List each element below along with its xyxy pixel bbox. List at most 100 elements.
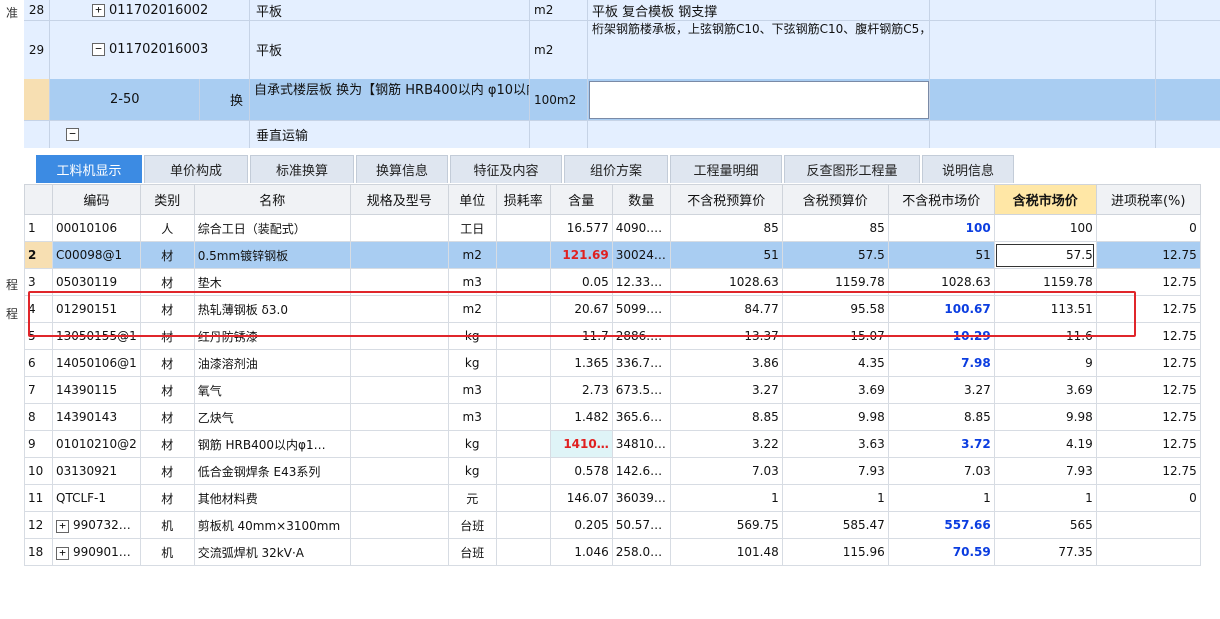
cell-code[interactable]: C00098@1 bbox=[52, 241, 141, 269]
cell-input-tax-rate[interactable]: 12.75 bbox=[1095, 322, 1201, 350]
tab-quantity-details[interactable]: 工程量明细 bbox=[670, 155, 782, 183]
cell-code[interactable]: QTCLF-1 bbox=[52, 484, 141, 512]
tree-row[interactable]: − 垂直运输 bbox=[24, 120, 1220, 148]
cell-category[interactable]: 材 bbox=[139, 268, 195, 296]
table-row[interactable]: 4 01290151 材热轧薄钢板 δ3.0 m2 20.67 5099.… 84.77 95… bbox=[24, 295, 1201, 323]
cell-input-tax-rate[interactable] bbox=[1095, 538, 1201, 566]
cell-name[interactable]: 油漆溶剂油 bbox=[193, 349, 351, 377]
cell-market-price-excl-tax[interactable]: 3.27 bbox=[887, 376, 995, 404]
cell-market-price-incl-tax[interactable]: 9 bbox=[993, 349, 1097, 377]
cell-market-price-excl-tax[interactable]: 557.66 bbox=[887, 511, 995, 539]
col-header-budget-price-incl-tax[interactable]: 含税预算价 bbox=[781, 184, 889, 215]
cell-budget-price-excl-tax[interactable]: 3.86 bbox=[669, 349, 783, 377]
cell-spec[interactable] bbox=[349, 403, 449, 431]
cell-name[interactable]: 综合工日（装配式） bbox=[193, 214, 351, 242]
tree-row[interactable]: 28 + 011702016002 平板 m2 平板 复合模板 钢支撑 bbox=[24, 0, 1220, 21]
cell-unit[interactable]: 台班 bbox=[447, 538, 497, 566]
cell-loss-rate[interactable] bbox=[495, 322, 551, 350]
cell-quantity[interactable]: 5099.… bbox=[611, 295, 671, 323]
cell-category[interactable]: 材 bbox=[139, 457, 195, 485]
cell-code[interactable]: 14390143 bbox=[52, 403, 141, 431]
tree-row[interactable]: 29 − 011702016003 平板 m2 桁架钢筋楼承板，上弦钢筋C10、… bbox=[24, 20, 1220, 80]
cell-loss-rate[interactable] bbox=[495, 349, 551, 377]
cell-market-price-excl-tax[interactable]: 7.98 bbox=[887, 349, 995, 377]
cell-unit[interactable]: m3 bbox=[447, 376, 497, 404]
table-row[interactable]: 12 +990732… 机剪板机 40mm×3100mm 台班 0.205 50.57… 5… bbox=[24, 511, 1201, 539]
expand-toggle-icon[interactable]: + bbox=[92, 3, 105, 17]
tab-reverse-graphic-quantity[interactable]: 反查图形工程量 bbox=[784, 155, 920, 183]
table-row[interactable]: 5 13050155@1 材红丹防锈漆 kg 11.7 2886.… 13.37 15.07 1… bbox=[24, 322, 1201, 350]
cell-name[interactable]: 低合金钢焊条 E43系列 bbox=[193, 457, 351, 485]
cell-market-price-incl-tax[interactable]: 11.6 bbox=[993, 322, 1097, 350]
cell-spec[interactable] bbox=[349, 241, 449, 269]
cell-category[interactable]: 机 bbox=[139, 511, 195, 539]
cell-budget-price-excl-tax[interactable]: 101.48 bbox=[669, 538, 783, 566]
cell-budget-price-incl-tax[interactable]: 57.5 bbox=[781, 241, 889, 269]
cell-code[interactable]: 00010106 bbox=[52, 214, 141, 242]
cell-spec[interactable] bbox=[349, 349, 449, 377]
cell-category[interactable]: 材 bbox=[139, 241, 195, 269]
cell-name[interactable]: 交流弧焊机 32kV·A bbox=[193, 538, 351, 566]
collapse-toggle-icon[interactable]: − bbox=[66, 127, 79, 141]
cell-content[interactable]: 146.07 bbox=[549, 484, 613, 512]
cell-budget-price-incl-tax[interactable]: 15.07 bbox=[781, 322, 889, 350]
cell-name[interactable]: 氧气 bbox=[193, 376, 351, 404]
cell-loss-rate[interactable] bbox=[495, 214, 551, 242]
cell-market-price-excl-tax[interactable]: 70.59 bbox=[887, 538, 995, 566]
cell-input-tax-rate[interactable]: 12.75 bbox=[1095, 457, 1201, 485]
cell-budget-price-excl-tax[interactable]: 569.75 bbox=[669, 511, 783, 539]
cell-category[interactable]: 材 bbox=[139, 403, 195, 431]
cell-budget-price-incl-tax[interactable]: 4.35 bbox=[781, 349, 889, 377]
cell-unit[interactable]: 元 bbox=[447, 484, 497, 512]
cell-name[interactable]: 垫木 bbox=[193, 268, 351, 296]
cell-name[interactable]: 0.5mm镀锌钢板 bbox=[193, 241, 351, 269]
cell-content[interactable]: 0.05 bbox=[549, 268, 613, 296]
cell-code[interactable]: 13050155@1 bbox=[52, 322, 141, 350]
cell-content[interactable]: 11.7 bbox=[549, 322, 613, 350]
tab-conversion-info[interactable]: 换算信息 bbox=[356, 155, 448, 183]
cell-budget-price-excl-tax[interactable]: 3.27 bbox=[669, 376, 783, 404]
cell-input-tax-rate[interactable]: 12.75 bbox=[1095, 376, 1201, 404]
cell-category[interactable]: 机 bbox=[139, 538, 195, 566]
cell-budget-price-incl-tax[interactable]: 85 bbox=[781, 214, 889, 242]
cell-input-tax-rate[interactable]: 12.75 bbox=[1095, 295, 1201, 323]
cell-quantity[interactable]: 673.5… bbox=[611, 376, 671, 404]
cell-name[interactable]: 剪板机 40mm×3100mm bbox=[193, 511, 351, 539]
cell-loss-rate[interactable] bbox=[495, 457, 551, 485]
col-header-budget-price-excl-tax[interactable]: 不含税预算价 bbox=[669, 184, 783, 215]
cell-budget-price-excl-tax[interactable]: 1 bbox=[669, 484, 783, 512]
tab-unit-price-composition[interactable]: 单价构成 bbox=[144, 155, 248, 183]
table-row[interactable]: 9 01010210@2 材钢筋 HRB400以内φ1… kg 1410… 34810… 3… bbox=[24, 430, 1201, 458]
expand-toggle-icon[interactable]: + bbox=[56, 546, 69, 560]
tab-pricing-scheme[interactable]: 组价方案 bbox=[564, 155, 668, 183]
table-row[interactable]: 7 14390115 材氧气 m3 2.73 673.5… 3.27 3.69 3.27 3.69… bbox=[24, 376, 1201, 404]
cell-loss-rate[interactable] bbox=[495, 268, 551, 296]
cell-budget-price-excl-tax[interactable]: 3.22 bbox=[669, 430, 783, 458]
cell-spec[interactable] bbox=[349, 457, 449, 485]
col-header-code[interactable]: 编码 bbox=[52, 184, 141, 215]
col-header-quantity[interactable]: 数量 bbox=[611, 184, 671, 215]
cell-loss-rate[interactable] bbox=[495, 538, 551, 566]
cell-category[interactable]: 材 bbox=[139, 295, 195, 323]
cell-category[interactable]: 材 bbox=[139, 322, 195, 350]
cell-category[interactable]: 材 bbox=[139, 430, 195, 458]
cell-quantity[interactable]: 50.57… bbox=[611, 511, 671, 539]
cell-name[interactable]: 红丹防锈漆 bbox=[193, 322, 351, 350]
cell-spec[interactable] bbox=[349, 322, 449, 350]
cell-unit[interactable]: m2 bbox=[447, 241, 497, 269]
cell-market-price-incl-tax[interactable]: 3.69 bbox=[993, 376, 1097, 404]
cell-content[interactable]: 1.046 bbox=[549, 538, 613, 566]
col-header-unit[interactable]: 单位 bbox=[447, 184, 497, 215]
cell-spec[interactable] bbox=[349, 511, 449, 539]
tree-row-selected[interactable]: 2-50 换 自承式楼层板 换为【钢筋 HRB400以内 φ10以内】 100m… bbox=[24, 79, 1220, 121]
cell-market-price-incl-tax[interactable]: 1159.78 bbox=[993, 268, 1097, 296]
cell-code[interactable]: 14050106@1 bbox=[52, 349, 141, 377]
col-header-loss-rate[interactable]: 损耗率 bbox=[495, 184, 551, 215]
cell-spec[interactable] bbox=[349, 538, 449, 566]
cell-name[interactable]: 其他材料费 bbox=[193, 484, 351, 512]
col-header-content[interactable]: 含量 bbox=[549, 184, 613, 215]
cell-quantity[interactable]: 365.6… bbox=[611, 403, 671, 431]
cell-budget-price-incl-tax[interactable]: 9.98 bbox=[781, 403, 889, 431]
col-header-category[interactable]: 类别 bbox=[139, 184, 195, 215]
cell-quantity[interactable]: 12.33… bbox=[611, 268, 671, 296]
